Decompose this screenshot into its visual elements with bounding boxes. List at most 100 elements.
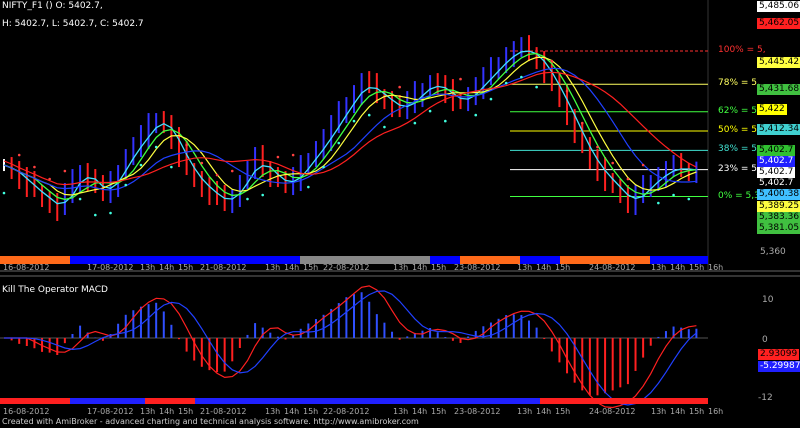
- macd-ribbon-segment: [145, 398, 195, 404]
- sar-dot: [17, 153, 21, 157]
- sar-dot: [109, 211, 112, 215]
- macd-pane: 16-08-2012 17-08-2012 13h 14h 15h 21-08-2012 1…: [0, 275, 800, 416]
- time-axis-label: 15h: [555, 263, 570, 272]
- time-axis-label: 24-08-2012: [589, 263, 636, 272]
- sar-dot: [154, 145, 158, 149]
- sar-dot: [657, 201, 660, 205]
- macd-time-label: 15h: [555, 407, 570, 415]
- ema-fast-line: [3, 50, 697, 205]
- macd-axis-tick-0: 0: [762, 335, 768, 345]
- macd-value-label: 2.93099: [758, 349, 800, 360]
- sar-dot: [565, 89, 569, 93]
- sar-dot: [596, 145, 599, 149]
- sar-dot: [307, 185, 310, 189]
- macd-ribbon-segment: [70, 398, 145, 404]
- time-axis-label: 23-08-2012: [454, 263, 501, 272]
- sar-dot: [124, 183, 128, 187]
- price-axis-label: 5,431.68: [757, 84, 800, 95]
- fib-level-label: 38% = 5,: [718, 144, 760, 155]
- time-axis-label: 13h: [265, 263, 280, 272]
- sar-dot: [200, 161, 204, 165]
- main-title: NIFTY_F1 () O: 5402.7,: [2, 1, 103, 11]
- sar-dot: [276, 155, 280, 159]
- sar-dot: [672, 193, 675, 197]
- time-axis-label: 17-08-2012: [87, 263, 134, 272]
- sar-dot: [626, 177, 630, 181]
- price-axis-label: 5,422: [757, 104, 787, 115]
- signal-line: [4, 290, 697, 406]
- fib-level-label: 100% = 5,: [718, 44, 766, 55]
- macd-title: Kill The Operator MACD: [2, 285, 108, 295]
- macd-time-label: 16h: [708, 407, 723, 415]
- macd-time-label: 13h: [651, 407, 666, 415]
- macd-time-label: 14h: [284, 407, 299, 415]
- sar-dot: [520, 75, 523, 79]
- price-axis-label: 5,462.05: [757, 18, 800, 29]
- fib-level-label: 0% = 5,3: [718, 190, 760, 201]
- sar-dot: [139, 163, 143, 167]
- sar-dot: [94, 213, 97, 217]
- time-axis-label: 15h: [689, 263, 704, 272]
- sar-dot: [580, 121, 584, 125]
- sar-dot: [641, 163, 645, 167]
- price-chart: 16-08-2012 17-08-2012 13h 14h 15h 21-08-2012 1…: [0, 0, 800, 272]
- macd-time-label: 17-08-2012: [87, 407, 134, 415]
- price-axis-label: 5,402.7: [757, 167, 796, 178]
- macd-time-label: 14h: [670, 407, 685, 415]
- sar-dot: [459, 77, 462, 81]
- sma-long-line: [3, 71, 697, 186]
- sma-line: [3, 67, 697, 191]
- sar-dot: [474, 113, 478, 117]
- price-axis-label: 5,485.06: [757, 1, 800, 12]
- sar-dot: [2, 191, 6, 195]
- sar-dot: [428, 109, 432, 113]
- sar-dot: [337, 141, 341, 145]
- time-axis-label: 14h: [412, 263, 427, 272]
- sar-dot: [489, 97, 493, 101]
- time-axis-label: 22-08-2012: [323, 263, 370, 272]
- main-ohlc: H: 5402.7, L: 5402.7, C: 5402.7: [2, 19, 144, 29]
- time-axis-label: 16-08-2012: [3, 263, 50, 272]
- time-axis-label: 13h: [393, 263, 408, 272]
- macd-time-label: 14h: [159, 407, 174, 415]
- sar-dot: [291, 153, 295, 157]
- time-axis-label: 13h: [140, 263, 155, 272]
- price-axis-label: 5,412.34: [757, 124, 800, 135]
- time-axis-label: 14h: [670, 263, 685, 272]
- macd-axis-tick-10: 10: [762, 295, 774, 305]
- sar-dot: [535, 85, 538, 89]
- sar-dot: [611, 161, 614, 165]
- macd-time-label: 23-08-2012: [454, 407, 501, 415]
- sar-dot: [185, 143, 188, 147]
- footer-credit: Created with AmiBroker - advanced charti…: [2, 417, 419, 426]
- price-axis-label: 5,402.7: [757, 156, 796, 167]
- time-axis-label: 21-08-2012: [200, 263, 247, 272]
- price-axis-label: 5,400.38: [757, 189, 800, 200]
- sar-dot: [444, 119, 447, 123]
- price-axis-label: 5,402.7: [757, 178, 796, 189]
- sar-dot: [170, 165, 173, 169]
- sar-dot: [261, 193, 264, 197]
- macd-time-label: 16-08-2012: [3, 407, 50, 415]
- macd-chart: 16-08-2012 17-08-2012 13h 14h 15h 21-08-2012 1…: [0, 275, 800, 416]
- macd-time-label: 15h: [689, 407, 704, 415]
- sar-dot: [687, 197, 691, 201]
- signal-value-label: -5.29987: [758, 361, 800, 372]
- sar-dot: [63, 169, 67, 173]
- macd-time-label: 24-08-2012: [589, 407, 636, 415]
- macd-time-label: 21-08-2012: [200, 407, 247, 415]
- fib-level-label: 23% = 5,: [718, 163, 760, 174]
- sar-dot: [398, 85, 401, 89]
- macd-time-label: 13h: [265, 407, 280, 415]
- price-axis-label: 5,383.36: [757, 212, 800, 223]
- macd-time-label: 22-08-2012: [323, 407, 370, 415]
- time-axis-label: 15h: [303, 263, 318, 272]
- time-axis-label: 15h: [178, 263, 193, 272]
- sar-dot: [33, 165, 36, 169]
- macd-time-label: 15h: [431, 407, 446, 415]
- fib-level-label: 50% = 5,: [718, 125, 760, 136]
- sar-dot: [352, 119, 356, 123]
- time-axis-label: 15h: [431, 263, 446, 272]
- macd-time-label: 14h: [536, 407, 551, 415]
- price-axis-label: 5,445.42: [757, 57, 800, 68]
